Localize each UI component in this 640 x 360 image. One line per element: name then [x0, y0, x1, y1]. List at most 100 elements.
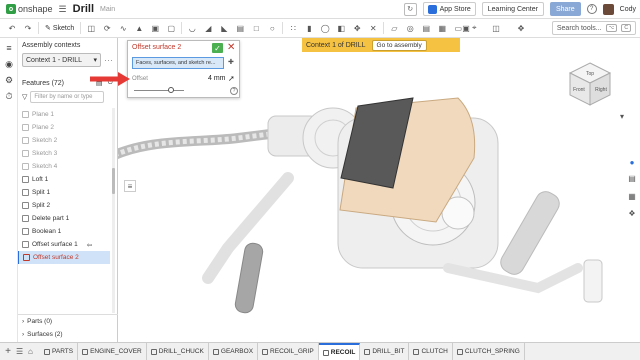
view-cube-top[interactable]: Top: [586, 71, 594, 77]
chamfer-icon[interactable]: ◢: [202, 22, 214, 34]
hole-icon[interactable]: ○: [266, 22, 278, 34]
revolve-icon[interactable]: ⟳: [101, 22, 113, 34]
split-icon[interactable]: ◧: [335, 22, 347, 34]
redo-icon[interactable]: ↷: [22, 22, 34, 34]
tab-gearbox[interactable]: GEARBOX: [209, 342, 259, 360]
feature-item[interactable]: Split 1: [18, 186, 110, 199]
extrude-icon[interactable]: ◫: [85, 22, 97, 34]
context-dropdown[interactable]: Context 1 - DRILL ▾: [22, 53, 101, 67]
display-mode-icon[interactable]: ✥: [515, 22, 527, 34]
more-options-icon[interactable]: ⋯: [104, 55, 113, 66]
menu-icon[interactable]: ☰: [59, 4, 67, 15]
offset-slider-track[interactable]: [134, 90, 184, 91]
loft-icon[interactable]: ▲: [133, 22, 145, 34]
app-store-label: App Store: [439, 5, 471, 13]
list-toggle-icon[interactable]: ≡: [124, 180, 136, 192]
feature-label: Plane 2: [32, 124, 55, 131]
plane-icon[interactable]: ▱: [388, 22, 400, 34]
sweep-icon[interactable]: ∿: [117, 22, 129, 34]
boolean-icon[interactable]: ◯: [319, 22, 331, 34]
offset-slider-knob[interactable]: [168, 87, 174, 93]
thicken-icon[interactable]: ▣: [149, 22, 161, 34]
feature-item[interactable]: Plane 1: [18, 108, 110, 121]
tab-drill-bit[interactable]: DRILL_BIT: [360, 342, 410, 360]
tab-list-icon[interactable]: ☰: [16, 347, 28, 356]
filter-icon[interactable]: ▽: [22, 93, 27, 101]
surfaces-group[interactable]: › Surfaces (2): [18, 328, 118, 341]
history-icon[interactable]: ⏱: [3, 90, 15, 102]
fillet-icon[interactable]: ◡: [186, 22, 198, 34]
view-menu-icon[interactable]: ▾: [616, 110, 628, 122]
appearance-icon[interactable]: ●: [626, 156, 638, 168]
configurations-icon[interactable]: ▦: [626, 190, 638, 202]
feature-item[interactable]: Sketch 2: [18, 134, 110, 147]
feature-item[interactable]: Sketch 4: [18, 160, 110, 173]
help-icon[interactable]: ?: [230, 87, 238, 95]
shell-icon[interactable]: □: [250, 22, 262, 34]
tab-recoil[interactable]: RECOIL: [318, 342, 361, 360]
selection-add-icon[interactable]: ✚: [228, 58, 234, 66]
version-history-icon[interactable]: ↻: [403, 2, 417, 16]
delete-part-icon[interactable]: ✕: [367, 22, 379, 34]
confirm-check-icon[interactable]: ✓: [212, 43, 223, 53]
tab-clutch[interactable]: CLUTCH: [409, 342, 453, 360]
transform-icon[interactable]: ✥: [351, 22, 363, 34]
feature-list-scrollbar[interactable]: [112, 108, 115, 313]
feature-item[interactable]: Delete part 1: [18, 212, 110, 225]
document-title[interactable]: Drill: [73, 3, 94, 15]
sketch-button[interactable]: ✎ Sketch: [45, 24, 74, 33]
filter-input[interactable]: Filter by name or type: [30, 91, 105, 103]
selection-field[interactable]: Faces, surfaces, and sketch re...: [132, 57, 224, 69]
bom-icon[interactable]: ▤: [626, 172, 638, 184]
tab-clutch-spring[interactable]: CLUTCH_SPRING: [453, 342, 525, 360]
mate-connector-icon[interactable]: ◎: [404, 22, 416, 34]
feature-item[interactable]: Split 2: [18, 199, 110, 212]
comments-icon[interactable]: ◉: [3, 58, 15, 70]
offset-surface-icon[interactable]: ▤: [420, 22, 432, 34]
tab-recoil-grip[interactable]: RECOIL_GRIP: [258, 342, 319, 360]
tab-engine-cover[interactable]: ENGINE_COVER: [78, 342, 147, 360]
feature-item[interactable]: Offset surface 2: [18, 251, 110, 264]
offset-value-input[interactable]: 4 mm: [208, 75, 226, 82]
pattern-icon[interactable]: ∷: [287, 22, 299, 34]
parts-group[interactable]: › Parts (0): [18, 315, 118, 328]
home-icon[interactable]: ⌂: [28, 347, 40, 356]
flip-direction-icon[interactable]: ➚: [228, 74, 235, 83]
feature-item[interactable]: Offset surface 1 ⇦: [18, 238, 110, 251]
search-tools-input[interactable]: Search tools... ⌥ C: [551, 21, 636, 35]
view-options-icon[interactable]: ▣: [460, 22, 472, 34]
workspace-name[interactable]: Main: [100, 6, 115, 13]
feature-item[interactable]: Sketch 3: [18, 147, 110, 160]
mirror-icon[interactable]: ▮: [303, 22, 315, 34]
draft-icon[interactable]: ◣: [218, 22, 230, 34]
add-tab-icon[interactable]: +: [0, 346, 16, 357]
variables-icon[interactable]: ⚙: [3, 74, 15, 86]
tab-parts[interactable]: PARTS: [40, 342, 79, 360]
app-store-button[interactable]: App Store: [422, 2, 476, 16]
learning-center-button[interactable]: Learning Center: [481, 2, 544, 16]
tab-drill-chuck[interactable]: DRILL_CHUCK: [147, 342, 209, 360]
onshape-logo[interactable]: o onshape: [6, 4, 53, 14]
feature-item[interactable]: Plane 2: [18, 121, 110, 134]
offset-label: Offset: [132, 76, 148, 82]
help-icon[interactable]: ?: [586, 4, 597, 14]
close-icon[interactable]: ✕: [227, 42, 235, 53]
view-cube-right[interactable]: Right: [595, 87, 607, 93]
scrollbar-thumb[interactable]: [112, 168, 115, 194]
section-view-icon[interactable]: ◫: [490, 22, 502, 34]
go-to-assembly-button[interactable]: Go to assembly: [371, 39, 427, 51]
feature-item[interactable]: Boolean 1: [18, 225, 110, 238]
rib-icon[interactable]: ▤: [234, 22, 246, 34]
avatar[interactable]: [602, 3, 614, 15]
undo-icon[interactable]: ↶: [6, 22, 18, 34]
rollback-arrow-icon[interactable]: ⇦: [87, 241, 92, 249]
feature-item[interactable]: Loft 1: [18, 173, 110, 186]
custom-features-icon[interactable]: ❖: [626, 207, 638, 219]
user-name[interactable]: Cody: [620, 6, 636, 13]
feature-list-icon[interactable]: ≡: [3, 42, 15, 54]
surface-tools-icon[interactable]: ▦: [436, 22, 448, 34]
enclose-icon[interactable]: ▢: [165, 22, 177, 34]
view-cube-front[interactable]: Front: [573, 87, 585, 93]
view-cube[interactable]: Top Front Right: [560, 55, 620, 115]
share-button[interactable]: Share: [549, 2, 581, 16]
